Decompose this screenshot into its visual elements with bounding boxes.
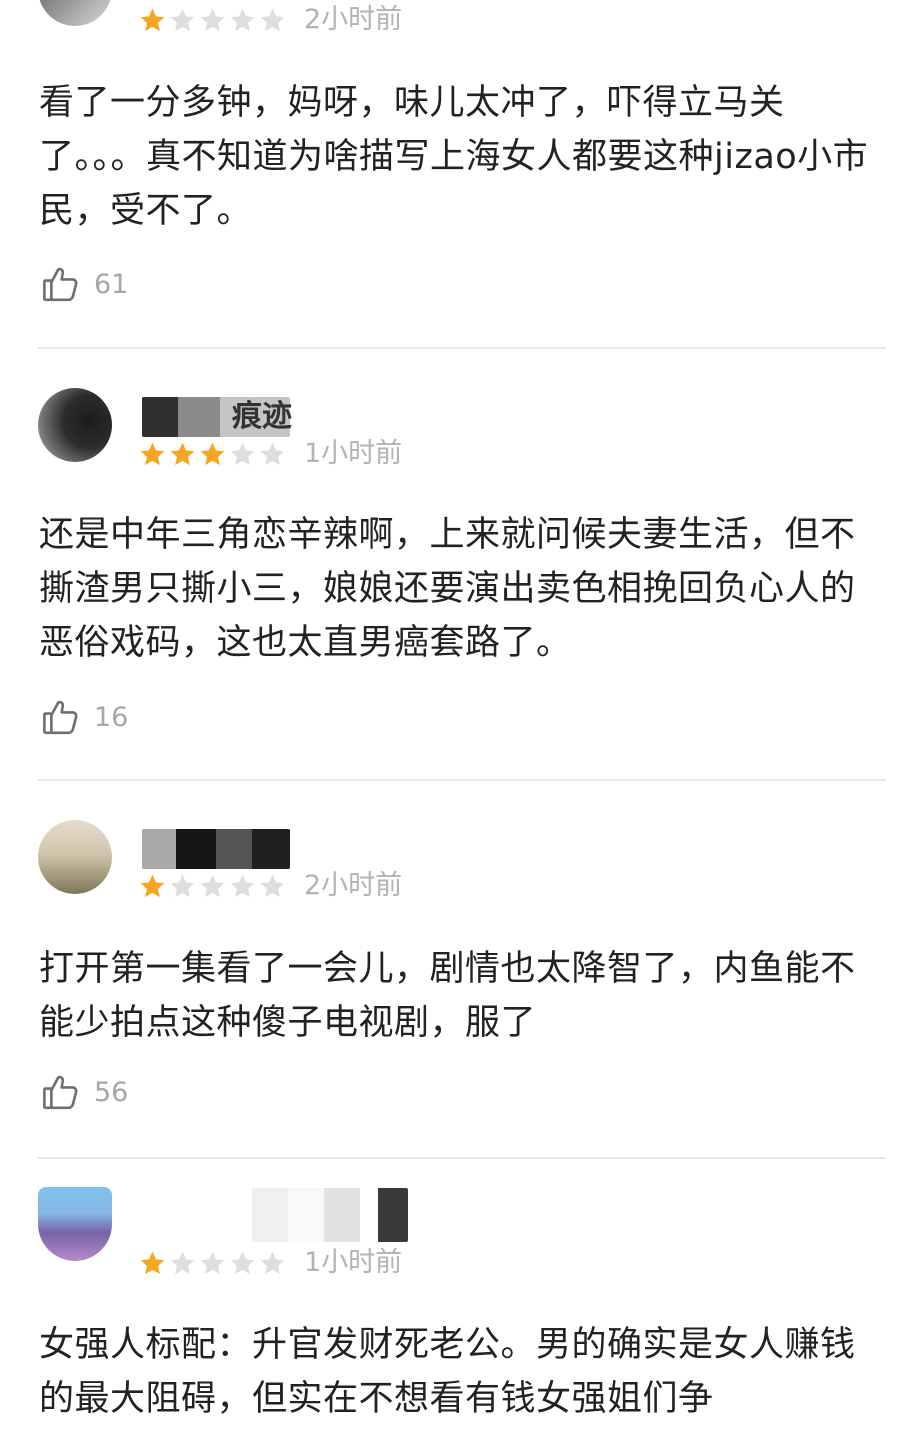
review-time: 1小时前 <box>304 1247 403 1278</box>
star-empty-icon <box>260 8 285 31</box>
like-count: 61 <box>94 268 129 300</box>
star-empty-icon <box>230 442 255 465</box>
divider <box>38 779 886 781</box>
star-filled-icon <box>140 874 165 897</box>
divider <box>38 347 886 349</box>
star-empty-icon <box>230 1251 255 1274</box>
thumbs-up-icon <box>43 700 78 735</box>
star-rating <box>138 5 287 35</box>
username-blurred[interactable] <box>248 1188 408 1242</box>
user-avatar[interactable] <box>38 0 112 26</box>
star-filled-icon <box>140 1251 165 1274</box>
user-avatar[interactable] <box>38 388 112 462</box>
star-rating <box>138 439 287 469</box>
star-filled-icon <box>140 442 165 465</box>
review-item-3: 2小时前 打开第一集看了一会儿，剧情也太降智了，内鱼能不能少拍点这种傻子电视剧，… <box>0 782 909 1158</box>
review-time: 2小时前 <box>304 4 403 35</box>
star-empty-icon <box>260 1251 285 1274</box>
like-button[interactable]: 61 <box>40 262 128 306</box>
star-rating <box>138 1248 287 1278</box>
review-content: 看了一分多钟，妈呀，味儿太冲了，吓得立马关了。。。真不知道为啥描写上海女人都要这… <box>39 83 869 231</box>
username-blurred[interactable] <box>142 829 290 869</box>
like-count: 56 <box>94 1076 129 1108</box>
user-avatar[interactable] <box>38 1187 112 1261</box>
review-time: 2小时前 <box>304 870 403 901</box>
star-filled-icon <box>170 442 195 465</box>
review-content: 打开第一集看了一会儿，剧情也太降智了，内鱼能不能少拍点这种傻子电视剧，服了 <box>39 949 856 1043</box>
star-empty-icon <box>200 1251 225 1274</box>
review-content: 还是中年三角恋辛辣啊，上来就问候夫妻生活，但不撕渣男只撕小三，娘娘还要演出卖色相… <box>39 515 856 663</box>
star-empty-icon <box>200 874 225 897</box>
star-empty-icon <box>260 874 285 897</box>
review-content: 女强人标配：升官发财死老公。男的确实是女人赚钱的最大阻碍，但实在不想看有钱女强姐… <box>39 1325 856 1419</box>
review-item-4: 1小时前 女强人标配：升官发财死老公。男的确实是女人赚钱的最大阻碍，但实在不想看… <box>0 1160 909 1441</box>
review-item-1: 2小时前 看了一分多钟，妈呀，味儿太冲了，吓得立马关了。。。真不知道为啥描写上海… <box>0 0 909 350</box>
star-rating <box>138 871 287 901</box>
review-list-screen: 2小时前 看了一分多钟，妈呀，味儿太冲了，吓得立马关了。。。真不知道为啥描写上海… <box>0 0 909 1441</box>
star-empty-icon <box>230 874 255 897</box>
star-empty-icon <box>170 8 195 31</box>
like-button[interactable]: 56 <box>40 1070 128 1114</box>
like-count: 16 <box>94 701 129 733</box>
thumbs-up-icon <box>43 1075 78 1110</box>
review-item-2: 痕迹 1小时前 还是中年三角恋辛辣啊，上来就问候夫妻生活，但不撕渣男只撕小三，娘… <box>0 350 909 780</box>
user-avatar[interactable] <box>38 820 112 894</box>
review-time: 1小时前 <box>304 438 403 469</box>
username-visible-fragment: 痕迹 <box>232 399 292 434</box>
like-button[interactable]: 16 <box>40 695 128 739</box>
star-empty-icon <box>200 8 225 31</box>
star-empty-icon <box>230 8 255 31</box>
star-filled-icon <box>140 8 165 31</box>
star-empty-icon <box>170 874 195 897</box>
star-empty-icon <box>170 1251 195 1274</box>
thumbs-up-icon <box>43 267 78 302</box>
star-filled-icon <box>200 442 225 465</box>
star-empty-icon <box>260 442 285 465</box>
divider <box>38 1157 886 1159</box>
